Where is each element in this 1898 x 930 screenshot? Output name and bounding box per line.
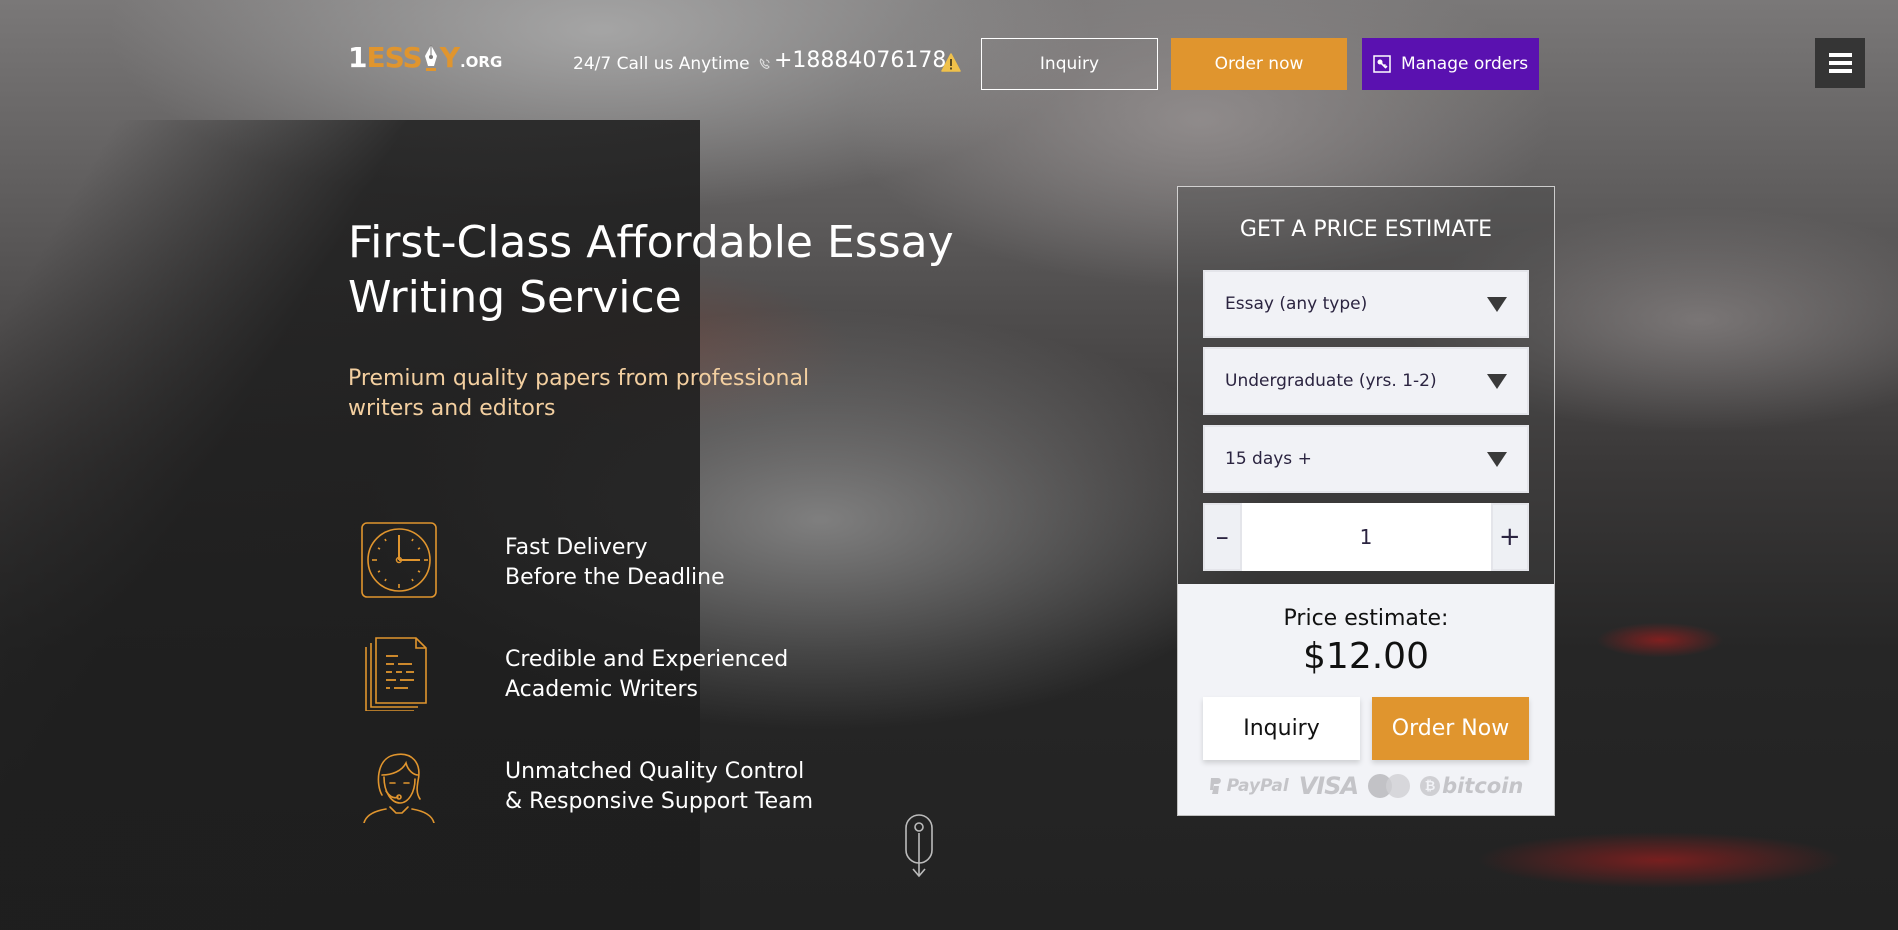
clock-icon	[361, 522, 437, 598]
pen-nib-icon	[424, 45, 437, 71]
pages-stepper: – +	[1203, 503, 1529, 571]
increment-pages-button[interactable]: +	[1490, 503, 1529, 571]
price-estimate-panel: GET A PRICE ESTIMATE Essay (any type) Un…	[1177, 186, 1555, 816]
mastercard-logo	[1368, 774, 1411, 798]
feature-line-1: Fast Delivery	[505, 535, 648, 560]
warning-icon[interactable]	[941, 53, 961, 73]
caret-down-icon	[1487, 297, 1507, 312]
panel-order-now-button[interactable]: Order Now	[1372, 697, 1529, 760]
deadline-select[interactable]: 15 days +	[1203, 425, 1529, 493]
paper-type-value: Essay (any type)	[1225, 294, 1368, 314]
feature-line-2: & Responsive Support Team	[505, 789, 814, 814]
phone-icon	[759, 58, 770, 69]
hamburger-icon-line	[1828, 61, 1852, 65]
feature-line-1: Credible and Experienced	[505, 647, 789, 672]
call-us: 24/7 Call us Anytime	[573, 54, 772, 74]
paypal-icon	[1209, 778, 1221, 794]
feature-text: Unmatched Quality Control & Responsive S…	[505, 757, 865, 817]
hamburger-icon-line	[1828, 53, 1852, 57]
caret-down-icon	[1487, 452, 1507, 467]
bitcoin-icon: ₿	[1420, 776, 1441, 796]
scroll-down-mouse-icon[interactable]	[903, 813, 935, 879]
academic-level-value: Undergraduate (yrs. 1-2)	[1225, 371, 1437, 391]
feature-writers: Credible and Experienced Academic Writer…	[360, 633, 788, 711]
price-summary: Price estimate: $12.00 Inquiry Order Now…	[1178, 584, 1554, 815]
hamburger-menu-button[interactable]	[1815, 38, 1865, 88]
header-inquiry-label: Inquiry	[1039, 54, 1100, 74]
feature-line-1: Unmatched Quality Control	[505, 759, 805, 784]
feature-quality-support: Unmatched Quality Control & Responsive S…	[360, 745, 813, 823]
pages-input[interactable]	[1241, 503, 1491, 571]
header-order-now-label: Order now	[1214, 54, 1304, 74]
logo[interactable]: 1 ESS Y .ORG	[348, 40, 502, 72]
academic-level-select[interactable]: Undergraduate (yrs. 1-2)	[1203, 347, 1529, 415]
feature-text: Fast Delivery Before the Deadline	[505, 533, 865, 593]
manage-orders-label: Manage orders	[1400, 54, 1529, 74]
logo-y: Y	[439, 41, 460, 74]
visa-logo: VISA	[1298, 772, 1359, 800]
deadline-value: 15 days +	[1225, 449, 1312, 469]
feature-line-2: Academic Writers	[505, 677, 698, 702]
paper-type-select[interactable]: Essay (any type)	[1203, 270, 1529, 338]
phone-number-link[interactable]: +18884076178	[774, 48, 946, 73]
caret-down-icon	[1487, 374, 1507, 389]
documents-icon	[365, 637, 427, 711]
price-estimate-value: $12.00	[1303, 636, 1429, 677]
support-agent-icon	[363, 753, 435, 823]
hamburger-icon-line	[1828, 69, 1852, 73]
paypal-label: PayPal	[1226, 776, 1289, 796]
hero-title: First-Class Affordable Essay Writing Ser…	[348, 217, 954, 323]
feature-fast-delivery: Fast Delivery Before the Deadline	[360, 521, 725, 599]
feature-line-2: Before the Deadline	[505, 565, 725, 590]
key-icon	[1373, 55, 1391, 73]
hero-subtitle: Premium quality papers from professional…	[348, 366, 810, 421]
bitcoin-label: bitcoin	[1442, 774, 1524, 798]
payment-methods: PayPal VISA ₿ bitcoin	[1178, 772, 1554, 800]
header-inquiry-button[interactable]: Inquiry	[981, 38, 1158, 90]
logo-one: 1	[348, 41, 368, 74]
manage-orders-button[interactable]: Manage orders	[1362, 38, 1539, 90]
header-order-now-button[interactable]: Order now	[1171, 38, 1347, 90]
logo-org: .ORG	[459, 53, 503, 71]
panel-inquiry-button[interactable]: Inquiry	[1203, 697, 1360, 760]
bitcoin-logo: ₿ bitcoin	[1420, 774, 1523, 798]
paypal-logo: PayPal	[1209, 776, 1289, 796]
feature-text: Credible and Experienced Academic Writer…	[505, 645, 865, 705]
price-estimate-label: Price estimate:	[1283, 606, 1449, 631]
call-us-label: 24/7 Call us Anytime	[573, 54, 750, 74]
logo-ess: ESS	[366, 41, 422, 74]
decrement-pages-button[interactable]: –	[1203, 503, 1242, 571]
price-estimate-title: GET A PRICE ESTIMATE	[1239, 217, 1493, 242]
